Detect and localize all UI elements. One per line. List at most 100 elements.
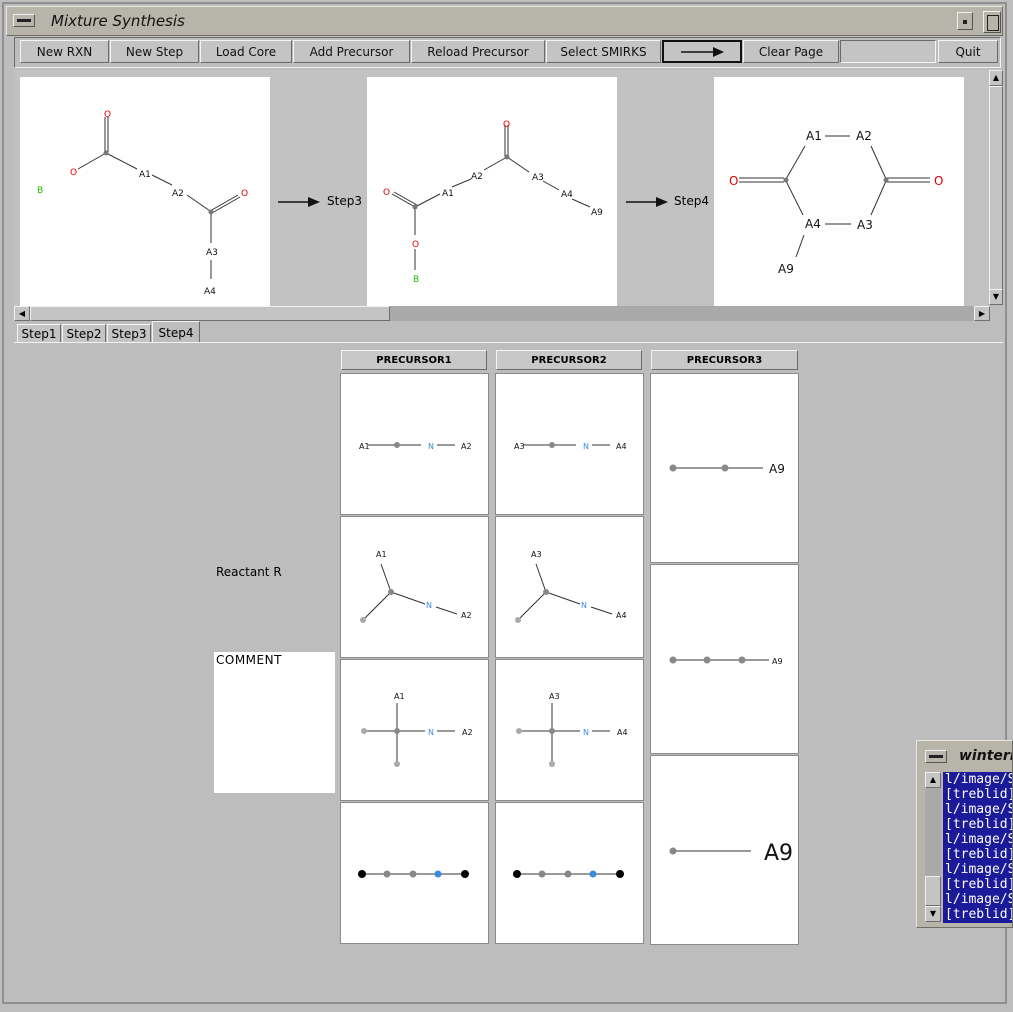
winterm-line: l/image/S	[945, 892, 1013, 907]
quit-button[interactable]: Quit	[938, 40, 998, 63]
mol2-atom-a9: A9	[591, 208, 603, 218]
scroll-down-icon[interactable]: ▼	[989, 289, 1003, 305]
scroll-up-icon[interactable]: ▲	[989, 70, 1003, 86]
svg-text:A2: A2	[461, 442, 472, 451]
mol3-atom-a9: A9	[778, 262, 794, 276]
mol2-atom-a2: A2	[471, 172, 483, 182]
arrow-right-icon	[681, 46, 724, 57]
scroll-left-icon[interactable]: ◀	[14, 306, 30, 321]
mol2-atom-o1: O	[503, 120, 510, 130]
winterm-line: [treblid]	[945, 817, 1013, 832]
arrow-button[interactable]	[662, 40, 742, 63]
window-title: Mixture Synthesis	[51, 12, 185, 30]
winterm-scroll-down-icon[interactable]: ▼	[925, 906, 941, 922]
hscroll-thumb[interactable]	[30, 306, 390, 321]
svg-text:A4: A4	[616, 611, 627, 620]
step3-arrow-label: Step3	[327, 194, 362, 208]
maximize-icon[interactable]	[983, 11, 1001, 33]
svg-text:A3: A3	[514, 442, 525, 451]
reaction-molecule-3: A1 A2 O O A4 A3 A9	[714, 77, 964, 306]
new-rxn-button[interactable]: New RXN	[20, 40, 109, 63]
p1-cell-1[interactable]: A1 N A2	[340, 373, 489, 515]
mol2-atom-a1: A1	[442, 189, 454, 199]
mol2-atom-a4: A4	[561, 190, 573, 200]
mol2-atom-b: B	[413, 275, 419, 285]
winterm-line: [treblid]	[945, 907, 1013, 922]
mol1-atom-a4: A4	[204, 287, 216, 297]
new-step-button[interactable]: New Step	[110, 40, 199, 63]
p3-cell-3[interactable]: A9	[650, 755, 799, 945]
mol2-atom-o2: O	[383, 188, 390, 198]
select-smirks-button[interactable]: Select SMIRKS	[546, 40, 661, 63]
window-menu-icon[interactable]	[13, 14, 35, 27]
svg-text:A9: A9	[769, 462, 785, 476]
mol2-atom-a3: A3	[532, 173, 544, 183]
clear-page-button[interactable]: Clear Page	[743, 40, 839, 63]
tab-step4[interactable]: Step4	[152, 321, 200, 343]
svg-text:A1: A1	[376, 550, 387, 559]
mol3-atom-o1: O	[729, 174, 738, 188]
svg-text:A3: A3	[531, 550, 542, 559]
tab-content-border	[14, 342, 1003, 343]
mol3-atom-o2: O	[934, 174, 943, 188]
p2-cell-3[interactable]: A3 N A4	[495, 659, 644, 801]
winterm-line: l/image/S	[945, 862, 1013, 877]
scroll-right-icon[interactable]: ▶	[974, 306, 990, 321]
vscroll-thumb[interactable]	[989, 86, 1003, 291]
reaction-hscrollbar[interactable]: ◀ ▶	[14, 306, 990, 321]
tab-step3[interactable]: Step3	[107, 324, 151, 343]
p1-cell-3[interactable]: A1 N A2	[340, 659, 489, 801]
reaction-vscrollbar[interactable]: ▲ ▼	[989, 70, 1003, 305]
p3-cell-2[interactable]: A9	[650, 564, 799, 754]
precursor2-header[interactable]: PRECURSOR2	[496, 350, 642, 370]
mol1-atom-o1: O	[104, 110, 111, 120]
svg-text:A4: A4	[616, 442, 627, 451]
winterm-terminal[interactable]: l/image/S [treblid] l/image/S [treblid] …	[943, 772, 1013, 923]
comment-box[interactable]: COMMENT	[214, 652, 335, 793]
svg-text:N: N	[583, 728, 589, 737]
step-arrow-1	[278, 197, 320, 207]
svg-text:A1: A1	[394, 692, 405, 701]
reload-precursor-button[interactable]: Reload Precursor	[411, 40, 545, 63]
winterm-scroll-thumb[interactable]	[925, 876, 941, 906]
p2-cell-1[interactable]: A3 N A4	[495, 373, 644, 515]
precursor3-header[interactable]: PRECURSOR3	[651, 350, 798, 370]
step4-arrow-label: Step4	[674, 194, 709, 208]
p2-cell-2[interactable]: A3 N A4	[495, 516, 644, 658]
mol3-atom-a2: A2	[856, 129, 872, 143]
winterm-menu-icon[interactable]	[925, 750, 947, 763]
svg-text:N: N	[426, 601, 432, 610]
tab-step1[interactable]: Step1	[17, 324, 61, 343]
svg-text:N: N	[428, 728, 434, 737]
svg-text:A2: A2	[462, 728, 473, 737]
mol2-atom-o3: O	[412, 240, 419, 250]
reaction-molecule-1: O B O A1 A2 O A3 A4	[20, 77, 270, 306]
svg-text:A9: A9	[772, 657, 783, 666]
svg-text:N: N	[428, 442, 434, 451]
winterm-title: winterm	[959, 748, 1012, 764]
winterm-line: l/image/S	[945, 772, 1013, 787]
p1-cell-2[interactable]: A1 N A2	[340, 516, 489, 658]
winterm-line: [treblid]	[945, 787, 1013, 802]
winterm-scroll-up-icon[interactable]: ▲	[925, 772, 941, 788]
p1-cell-4[interactable]	[340, 802, 489, 944]
mol3-atom-a3: A3	[857, 218, 873, 232]
tab-step2[interactable]: Step2	[62, 324, 106, 343]
precursor1-header[interactable]: PRECURSOR1	[341, 350, 487, 370]
svg-text:A1: A1	[359, 442, 370, 451]
winterm-line: l/image/S	[945, 802, 1013, 817]
title-bar[interactable]: Mixture Synthesis	[6, 6, 1003, 36]
winterm-window[interactable]: winterm ▲ ▼ l/image/S [treblid] l/image/…	[916, 740, 1013, 928]
p2-cell-4[interactable]	[495, 802, 644, 944]
svg-text:A3: A3	[549, 692, 560, 701]
mol1-atom-b: B	[37, 186, 43, 196]
step-arrow-2	[626, 197, 668, 207]
p3-cell-1[interactable]: A9	[650, 373, 799, 563]
comment-label: COMMENT	[216, 653, 282, 667]
minimize-icon[interactable]	[957, 12, 973, 30]
mol1-atom-a2: A2	[172, 189, 184, 199]
add-precursor-button[interactable]: Add Precursor	[293, 40, 410, 63]
mol1-atom-o3: O	[241, 189, 248, 199]
load-core-button[interactable]: Load Core	[200, 40, 292, 63]
winterm-scrollbar[interactable]: ▲ ▼	[925, 772, 941, 922]
